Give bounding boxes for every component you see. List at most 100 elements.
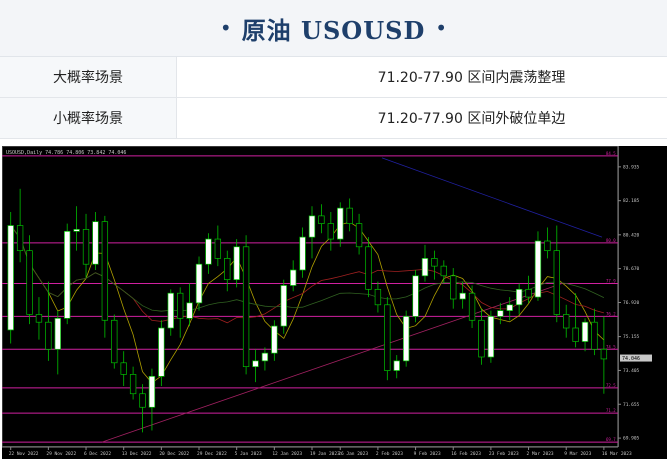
candle-body (328, 224, 334, 239)
candle (535, 231, 541, 301)
x-tick-label: 9 Feb 2023 (414, 451, 441, 457)
candle-body (36, 314, 42, 322)
candle-body (366, 247, 372, 290)
candle-body (196, 264, 202, 303)
candle-body (177, 293, 183, 318)
candle (196, 256, 202, 310)
candle-body (17, 226, 23, 251)
candle-body (253, 361, 259, 367)
x-tick-label: 20 Dec 2022 (159, 451, 189, 457)
candle (8, 212, 14, 343)
x-tick-label: 13 Dec 2022 (122, 451, 152, 457)
candle-body (469, 293, 475, 320)
candle-body (592, 322, 598, 349)
candle-body (83, 229, 89, 264)
candle-body (413, 276, 419, 317)
candle (243, 235, 249, 374)
y-tick-label: 82.185 (623, 198, 640, 204)
y-tick-label: 80.420 (623, 232, 640, 238)
table-row: 大概率场景 71.20-77.90 区间内震荡整理 (0, 57, 667, 98)
level-label: 80.0 (606, 238, 616, 243)
x-tick-label: 16 Feb 2023 (451, 451, 481, 457)
candle-body (262, 353, 268, 361)
title-dot-left: • (220, 16, 232, 40)
candle-body (441, 266, 447, 276)
candle-body (488, 316, 494, 357)
candle-body (309, 216, 315, 237)
candle-body (347, 208, 353, 223)
candle-body (27, 251, 33, 315)
candlestick-chart-svg: USOUSD,Daily 74.786 74.806 73.842 74.046… (2, 146, 667, 459)
candle-body (102, 222, 108, 321)
candle-body (149, 376, 155, 407)
x-tick-label: 22 Nov 2022 (9, 451, 39, 457)
y-tick-label: 76.920 (623, 300, 640, 306)
candle-body (290, 270, 296, 285)
title-dot-right: • (435, 16, 447, 40)
candle-body (224, 258, 230, 279)
candle-body (93, 222, 99, 265)
candle-body (507, 305, 513, 311)
candle (111, 314, 117, 368)
candle-body (497, 311, 503, 317)
candle-body (394, 361, 400, 371)
x-tick-label: 5 Jan 2023 (235, 451, 262, 457)
candle-body (111, 320, 117, 363)
level-label: 77.9 (606, 279, 616, 284)
level-label: 71.2 (606, 408, 616, 413)
candle-body (300, 237, 306, 270)
level-label: 69.7 (606, 437, 616, 442)
scenario-table: 大概率场景 71.20-77.90 区间内震荡整理 小概率场景 71.20-77… (0, 57, 667, 139)
x-tick-label: 16 Mar 2023 (602, 451, 632, 457)
candle (413, 270, 419, 322)
candle-body (281, 285, 287, 326)
y-tick-label: 75.155 (623, 334, 640, 340)
candle-body (319, 216, 325, 224)
candle-body (375, 289, 381, 304)
x-tick-label: 29 Dec 2022 (197, 451, 227, 457)
candle (488, 311, 494, 363)
price-chart[interactable]: USOUSD,Daily 74.786 74.806 73.842 74.046… (2, 146, 667, 459)
level-label: 84.5 (606, 151, 616, 156)
candle-body (432, 258, 438, 266)
candle-body (479, 320, 485, 357)
level-label: 72.5 (606, 383, 616, 388)
page-header: • 原油 USOUSD • (0, 0, 667, 57)
x-tick-label: 2 Mar 2023 (527, 451, 554, 457)
candle-body (450, 276, 456, 299)
candle-body (159, 328, 165, 376)
x-tick-label: 23 Feb 2023 (489, 451, 519, 457)
candle-body (545, 241, 551, 251)
candle-body (55, 318, 61, 349)
chart-info-text: USOUSD,Daily 74.786 74.806 73.842 74.046 (6, 150, 126, 156)
page-title: 原油 USOUSD (242, 11, 426, 46)
candle-body (74, 229, 80, 231)
scenario-value: 71.20-77.90 区间内震荡整理 (177, 57, 667, 98)
x-tick-label: 26 Jan 2023 (338, 451, 368, 457)
candle (64, 224, 70, 325)
level-label: 74.5 (606, 344, 616, 349)
y-tick-label: 73.405 (623, 368, 640, 374)
candle-body (516, 289, 522, 304)
y-tick-label: 71.655 (623, 402, 640, 408)
candle-body (121, 363, 127, 375)
candle (159, 320, 165, 386)
y-tick-label: 83.935 (623, 164, 640, 170)
candle-body (206, 239, 212, 264)
candle (102, 216, 108, 338)
candle-body (8, 226, 14, 330)
candle-body (526, 289, 532, 297)
candle-body (187, 303, 193, 318)
candle (281, 280, 287, 334)
scenario-value: 71.20-77.90 区间外破位单边 (177, 98, 667, 139)
candle-body (384, 305, 390, 371)
x-tick-label: 29 Nov 2022 (46, 451, 76, 457)
y-tick-label: 69.905 (623, 436, 640, 442)
current-price-label: 74.046 (622, 356, 640, 362)
candle-body (140, 394, 146, 408)
x-tick-label: 9 Mar 2023 (564, 451, 591, 457)
candle-body (356, 224, 362, 247)
candle-body (460, 293, 466, 299)
candle-body (46, 322, 52, 349)
candle (384, 297, 390, 380)
